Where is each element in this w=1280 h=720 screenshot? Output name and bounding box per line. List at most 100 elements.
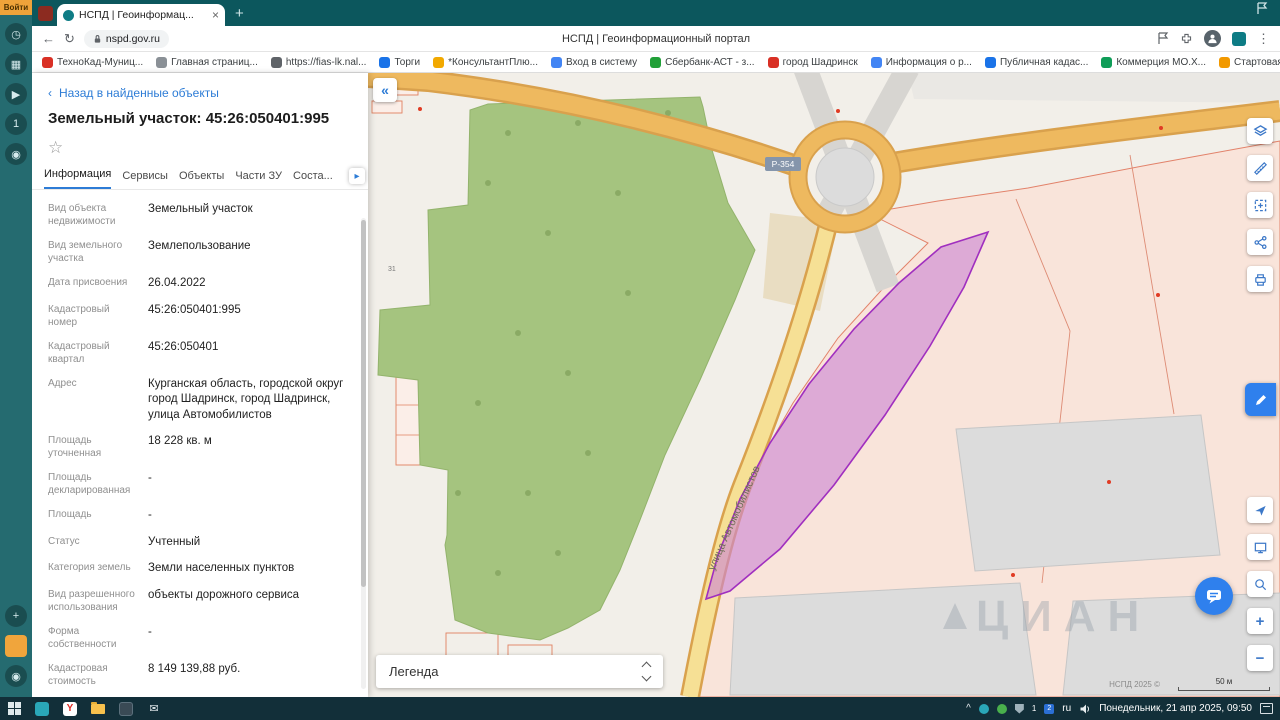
taskbar-app-explorer[interactable] [84,697,112,720]
map-container[interactable]: Р-354 улица Автомобилистов 31 ЦИАН « Вой… [368,73,1280,697]
field-row: Кадастровый квартал 45:26:050401 [48,340,350,366]
browser-logo-icon[interactable] [38,6,53,21]
taskbar-app-nspd[interactable] [28,697,56,720]
bookmark-label: Вход в систему [565,56,638,68]
panel-scrollbar[interactable] [361,218,366,689]
magnifier-area-icon [1254,578,1266,590]
bookmark-favicon [42,56,53,68]
new-tab-button[interactable]: + [235,5,244,22]
hidden-icons-caret[interactable]: ^ [966,703,971,714]
start-button[interactable] [0,697,28,720]
webcam-icon[interactable]: ◉ [5,665,27,687]
tray-badge: 1 [1031,704,1037,713]
bookmark-label: город Шадринск [782,56,858,68]
address-bar-actions: ⋮ [1157,30,1270,47]
feedback-draw-button[interactable] [1245,383,1276,416]
tab-information[interactable]: Информация [44,168,112,189]
legend-toggle[interactable]: Легенда [376,655,663,688]
bookmark-item[interactable]: Публичная кадас... [984,56,1088,68]
bookmark-item[interactable]: город Шадринск [767,56,858,68]
field-label: Вид объекта недвижимости [48,203,116,227]
bookmark-favicon [433,56,445,68]
bookmark-label: Информация о р... [885,56,972,68]
screens-icon[interactable]: ▦ [5,53,27,75]
bookmark-item[interactable]: Информация о р... [870,56,972,68]
field-value: объекты дорожного сервиса [148,588,300,601]
tab-parts[interactable]: Части ЗУ [235,170,282,189]
bookmark-favicon [1101,56,1113,68]
add-icon[interactable]: + [5,605,27,627]
field-label: Вид разрешенного использования [48,588,135,613]
panel-collapse-button[interactable]: « [373,78,397,102]
tabbar-flag-icon[interactable] [1256,2,1268,20]
taskbar-app-mail[interactable]: ✉ [140,697,168,720]
tabs-scroll-right-icon[interactable]: ▸ [349,168,365,184]
share-button[interactable] [1247,229,1273,255]
bookmark-label: Сбербанк-АСТ - з... [665,56,755,68]
object-title: Земельный участок: 45:26:050401:995 [48,110,330,127]
map-canvas[interactable]: Р-354 улица Автомобилистов 31 ЦИАН [368,73,1280,697]
address-bar: ← ↻ nspd.gov.ru НСПД | Геоинформационный… [32,26,1280,52]
bookmark-item[interactable]: Коммерция МО.Х... [1101,56,1206,68]
locate-button[interactable] [1247,497,1273,523]
camera-icon[interactable]: ◉ [5,143,27,165]
bookmark-item[interactable]: *КонсультантПлю... [433,56,538,68]
bookmark-flag-icon[interactable] [1157,32,1169,45]
tray-shield-icon[interactable] [1014,703,1024,714]
tab-close-icon[interactable]: × [212,8,219,22]
reload-icon[interactable]: ↻ [64,32,75,45]
taskbar-app-yandex[interactable]: Y [56,697,84,720]
taskbar-clock[interactable]: Понедельник, 21 апр 2025, 09:50 [1099,703,1252,714]
bookmark-item[interactable]: Сбербанк-АСТ - з... [650,56,755,68]
browser-tab[interactable]: НСПД | Геоинформац... × [57,4,225,26]
bookmark-item[interactable]: Торги [379,56,420,68]
screenshot-icon[interactable] [5,635,27,657]
favorite-star-icon[interactable]: ☆ [32,129,368,162]
ruler-icon [1253,161,1267,175]
back-icon[interactable]: ← [42,32,55,45]
bookmark-item[interactable]: Вход в систему [550,56,638,68]
bookmark-item[interactable]: Главная страниц... [156,56,258,68]
remote-login-button[interactable]: Войти [0,0,32,15]
extensions-icon[interactable] [1180,32,1193,45]
field-label: Кадастровый квартал [48,340,110,365]
screen: Войти ◷ ▦ ▶ 1 ◉ + ◉ НСПД | Геоинформац..… [0,0,1280,720]
print-button[interactable] [1247,266,1273,292]
zoom-to-area-button[interactable] [1247,571,1273,597]
chat-button[interactable] [1195,577,1233,615]
field-value: 26.04.2022 [148,277,206,289]
profile-avatar[interactable] [1204,30,1221,47]
url-field[interactable]: nspd.gov.ru [83,29,169,48]
bookmark-item[interactable]: https://fias-lk.nal... [270,56,366,68]
tab-composition[interactable]: Соста... [293,170,333,189]
speaker-icon[interactable] [1079,703,1091,715]
action-center-icon[interactable] [1260,703,1273,714]
session-badge[interactable]: 1 [5,113,27,135]
measure-area-button[interactable] [1247,192,1273,218]
bookmark-label: *КонсультантПлю... [448,56,538,68]
kebab-menu-icon[interactable]: ⋮ [1257,31,1270,47]
overview-map-button[interactable] [1247,534,1273,560]
bookmark-item[interactable]: ТехноКад-Муниц... [42,56,143,68]
tray-app-icon[interactable] [978,703,989,714]
legend-label: Легенда [389,664,439,679]
zoom-in-button[interactable]: + [1247,608,1273,634]
nspd-extension-icon[interactable] [1232,31,1246,46]
field-row: Статус Учтенный [48,535,350,551]
taskbar-app-window[interactable] [112,697,140,720]
panel-scrollbar-thumb[interactable] [361,220,366,588]
zoom-out-button[interactable]: − [1247,645,1273,671]
layers-button[interactable] [1247,118,1273,144]
tray-app-icon[interactable] [996,703,1007,714]
play-icon[interactable]: ▶ [5,83,27,105]
language-indicator[interactable]: ru [1062,703,1071,714]
tray-keyboard-icon[interactable]: 2 [1044,703,1055,714]
tab-services[interactable]: Сервисы [122,170,168,189]
tab-objects[interactable]: Объекты [179,170,224,189]
bookmark-item[interactable]: Стартовая стран... [1219,56,1280,68]
tab-title: НСПД | Геоинформац... [79,9,194,21]
history-icon[interactable]: ◷ [5,23,27,45]
back-link[interactable]: ‹ Назад в найденные объекты [32,73,368,102]
attribute-list: Вид объекта недвижимости Земельный участо… [32,190,368,699]
measure-distance-button[interactable] [1247,155,1273,181]
